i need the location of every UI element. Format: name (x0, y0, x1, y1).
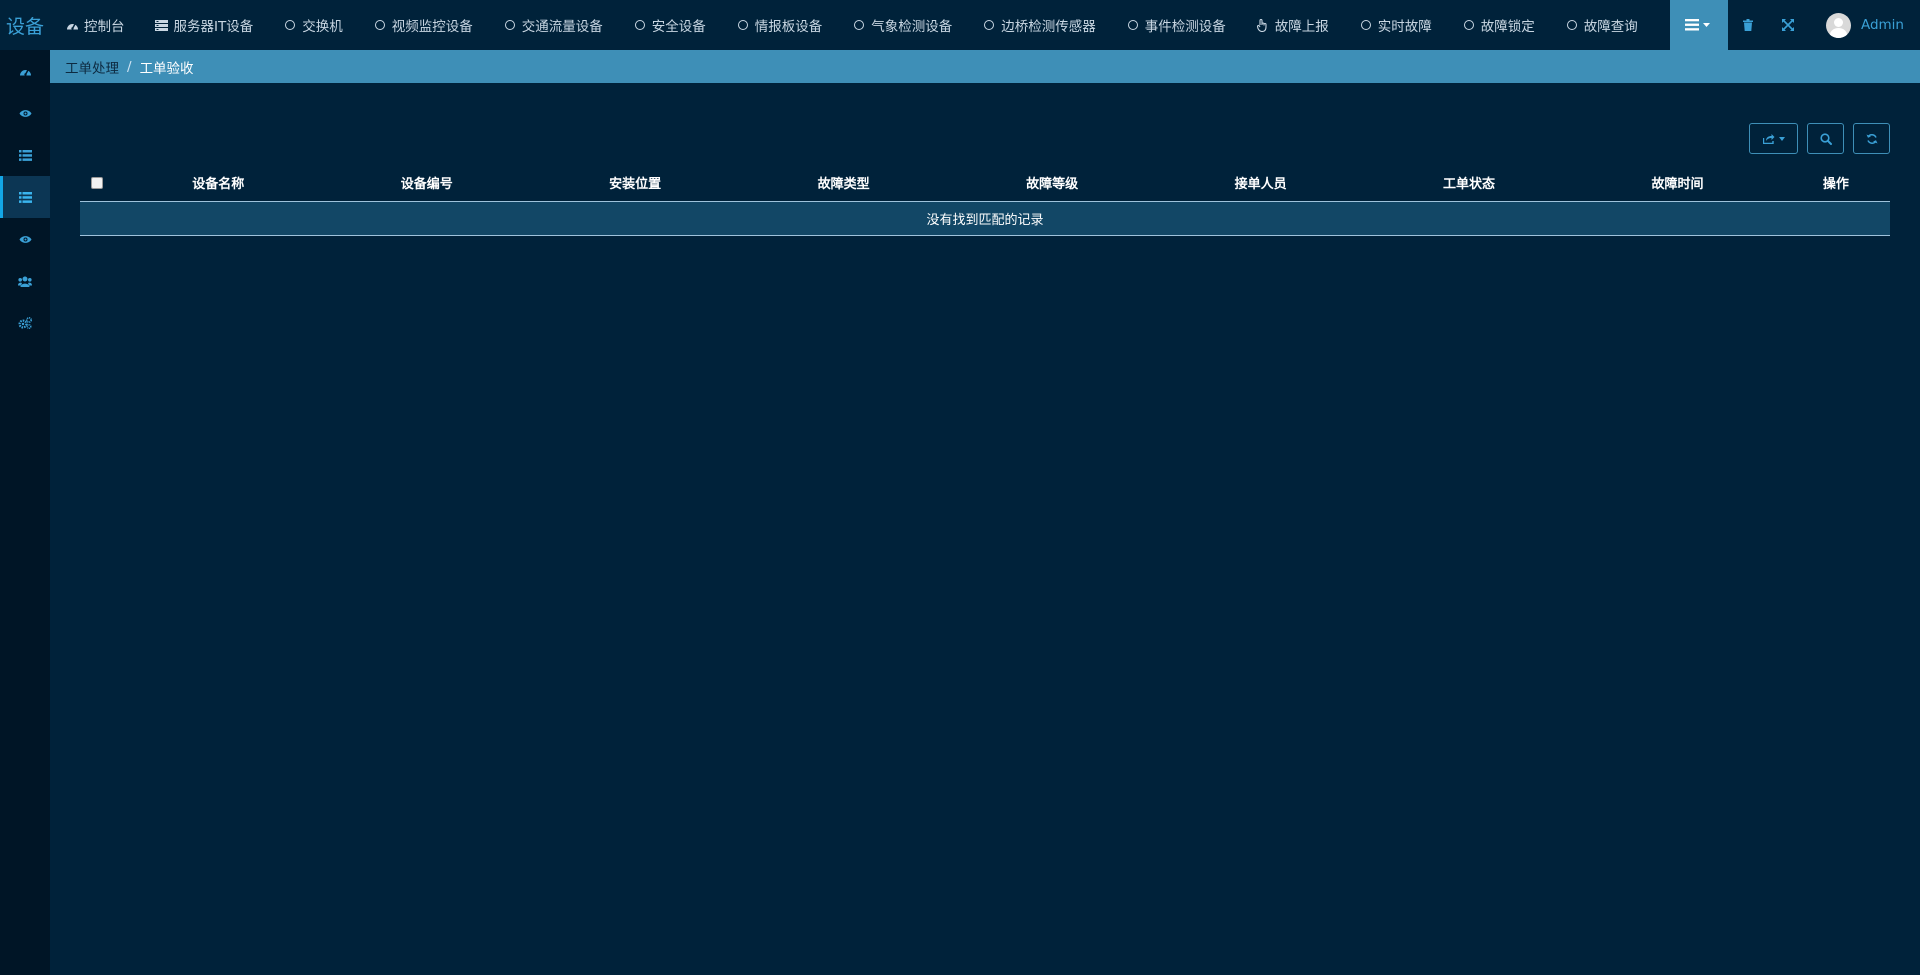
circle-icon (1126, 18, 1140, 32)
nav-item-dashboard[interactable]: 控制台 (50, 0, 140, 50)
circle-icon (283, 18, 297, 32)
column-header-device-code[interactable]: 设备编号 (322, 165, 531, 202)
refresh-icon (1866, 133, 1877, 144)
server-icon (155, 18, 169, 32)
table-header-row: 设备名称 设备编号 安装位置 故障类型 故障等级 接单人员 工单状态 故障时间 … (80, 165, 1890, 202)
fullscreen-button[interactable] (1768, 0, 1808, 50)
chevron-down-icon (1778, 136, 1785, 141)
list-icon (18, 149, 32, 161)
nav-label: 实时故障 (1377, 19, 1432, 35)
avatar (1825, 12, 1851, 38)
nav-label: 控制台 (84, 19, 125, 35)
main-nav: 控制台 服务器IT设备 交换机 视频监控设备 交通流量设备 安全设备 情报板设备 (50, 0, 1653, 50)
nav-label: 边桥检测传感器 (1001, 19, 1096, 35)
nav-item-bridge-sensor[interactable]: 边桥检测传感器 (967, 0, 1111, 50)
nav-item-fault-query[interactable]: 故障查询 (1550, 0, 1653, 50)
circle-icon (373, 18, 387, 32)
brand-logo[interactable]: 设备 (0, 0, 50, 50)
column-header-fault-type[interactable]: 故障类型 (739, 165, 948, 202)
column-header-install-location[interactable]: 安装位置 (530, 165, 740, 202)
nav-label: 事件检测设备 (1144, 19, 1226, 35)
top-navbar: 设备 控制台 服务器IT设备 交换机 视频监控设备 交通流量设备 安全设备 情报… (0, 0, 1920, 50)
export-icon (1762, 134, 1774, 144)
nav-label: 视频监控设备 (391, 19, 473, 35)
nav-label: 情报板设备 (754, 19, 823, 35)
select-all-cell (80, 165, 114, 202)
nav-item-fault-lock[interactable]: 故障锁定 (1447, 0, 1550, 50)
breadcrumb: 工单处理 / 工单验收 (50, 50, 1920, 83)
sidebar-item-monitor[interactable] (0, 92, 50, 134)
nav-item-server[interactable]: 服务器IT设备 (140, 0, 269, 50)
nav-item-security[interactable]: 安全设备 (618, 0, 721, 50)
dashboard-icon (65, 18, 79, 32)
expand-icon (1781, 19, 1794, 31)
table-row: 没有找到匹配的记录 (80, 201, 1890, 236)
circle-icon (503, 18, 517, 32)
nav-label: 气象检测设备 (871, 19, 953, 35)
circle-icon (633, 18, 647, 32)
nav-label: 故障查询 (1583, 19, 1638, 35)
circle-icon (982, 18, 996, 32)
menu-toggle-button[interactable] (1669, 0, 1728, 50)
breadcrumb-parent-link[interactable]: 工单处理 (65, 57, 119, 77)
cogs-icon (18, 317, 32, 329)
nav-label: 交通流量设备 (521, 19, 603, 35)
nav-item-traffic[interactable]: 交通流量设备 (488, 0, 618, 50)
circle-icon (1565, 18, 1579, 32)
column-header-device-name[interactable]: 设备名称 (114, 165, 323, 202)
sidebar-item-inspect[interactable] (0, 218, 50, 260)
workorder-table: 设备名称 设备编号 安装位置 故障类型 故障等级 接单人员 工单状态 故障时间 … (80, 165, 1890, 236)
nav-label: 故障上报 (1274, 19, 1329, 35)
column-header-fault-level[interactable]: 故障等级 (947, 165, 1157, 202)
nav-item-info-board[interactable]: 情报板设备 (721, 0, 838, 50)
nav-item-weather[interactable]: 气象检测设备 (837, 0, 967, 50)
sidebar-item-workorder[interactable] (0, 176, 50, 218)
header-tools: Admin (1669, 0, 1920, 50)
column-header-fault-time[interactable]: 故障时间 (1573, 165, 1782, 202)
search-icon (1819, 132, 1832, 145)
table-toolbar (1749, 123, 1890, 154)
column-header-actions: 操作 (1781, 165, 1890, 202)
left-sidebar (0, 50, 50, 975)
empty-table-message: 没有找到匹配的记录 (80, 201, 1890, 236)
list-icon (18, 191, 32, 203)
nav-label: 安全设备 (651, 19, 706, 35)
export-button[interactable] (1749, 123, 1798, 154)
clear-cache-button[interactable] (1728, 0, 1768, 50)
nav-label: 交换机 (302, 19, 343, 35)
sidebar-item-list[interactable] (0, 134, 50, 176)
circle-icon (736, 18, 750, 32)
nav-item-realtime-fault[interactable]: 实时故障 (1344, 0, 1447, 50)
eye-icon (19, 235, 31, 243)
breadcrumb-current: 工单验收 (139, 60, 194, 77)
hand-pointer-icon (1256, 18, 1270, 32)
circle-icon (1462, 18, 1476, 32)
nav-item-switch[interactable]: 交换机 (268, 0, 358, 50)
dashboard-icon (19, 69, 31, 76)
main-content: 设备名称 设备编号 安装位置 故障类型 故障等级 接单人员 工单状态 故障时间 … (50, 83, 1920, 975)
sidebar-item-settings[interactable] (0, 302, 50, 344)
sidebar-item-dashboard[interactable] (0, 50, 50, 92)
nav-label: 服务器IT设备 (173, 19, 254, 35)
user-name: Admin (1860, 17, 1904, 33)
users-icon (18, 276, 32, 287)
nav-item-fault-report[interactable]: 故障上报 (1241, 0, 1344, 50)
list-menu-icon (1684, 19, 1710, 31)
breadcrumb-separator: / (127, 58, 132, 75)
select-all-checkbox[interactable] (91, 176, 103, 189)
search-toggle-button[interactable] (1807, 123, 1844, 154)
refresh-button[interactable] (1853, 123, 1890, 154)
trash-icon (1742, 19, 1753, 31)
circle-icon (1359, 18, 1373, 32)
sidebar-item-users[interactable] (0, 260, 50, 302)
column-header-order-status[interactable]: 工单状态 (1364, 165, 1574, 202)
circle-icon (852, 18, 866, 32)
user-menu[interactable]: Admin (1808, 0, 1920, 50)
nav-label: 故障锁定 (1480, 19, 1535, 35)
column-header-assignee[interactable]: 接单人员 (1156, 165, 1365, 202)
nav-item-event-detect[interactable]: 事件检测设备 (1111, 0, 1241, 50)
eye-icon (19, 109, 31, 117)
nav-item-video[interactable]: 视频监控设备 (358, 0, 488, 50)
